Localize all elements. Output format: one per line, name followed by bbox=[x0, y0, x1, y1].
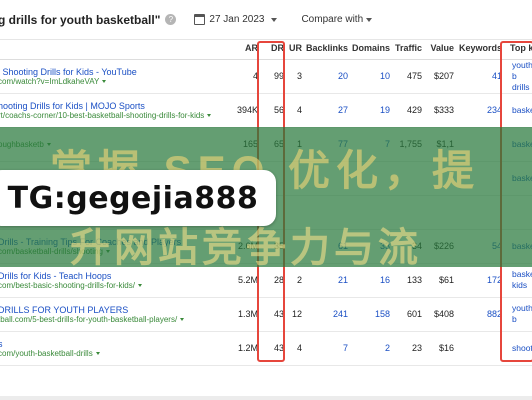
cell-domains[interactable]: 158 bbox=[352, 297, 394, 331]
col-ur[interactable]: UR bbox=[288, 37, 306, 60]
compare-label: Compare with bbox=[301, 14, 364, 25]
cell-top-keyword[interactable]: basketb bbox=[506, 93, 532, 127]
cell-keywords[interactable] bbox=[458, 331, 506, 365]
cell-backlinks[interactable]: 27 bbox=[306, 93, 352, 127]
col-backlinks[interactable]: Backlinks bbox=[306, 37, 352, 60]
cell-domains[interactable]: 19 bbox=[352, 93, 394, 127]
help-icon[interactable]: ? bbox=[165, 14, 177, 25]
cell-top-keyword[interactable]: basketb kids bbox=[506, 263, 532, 297]
col-dr[interactable]: DR bbox=[262, 37, 288, 60]
result-title-link[interactable]: DRILLS FOR YOUTH PLAYERS bbox=[0, 305, 232, 315]
chevron-down-icon[interactable] bbox=[102, 79, 107, 83]
result-cell: DRILLS FOR YOUTH PLAYERS tball.com/5-best… bbox=[0, 297, 236, 331]
cell-top-keyword[interactable]: shootin bbox=[506, 331, 532, 365]
date-selector[interactable]: 27 Jan 2023 bbox=[194, 14, 278, 25]
chevron-down-icon[interactable] bbox=[207, 113, 212, 117]
col-ar[interactable]: AR bbox=[236, 37, 262, 60]
cell-backlinks[interactable]: 7 bbox=[306, 331, 352, 365]
result-url[interactable]: rt/coachs-corner/10-best-basketball-shoo… bbox=[0, 111, 232, 120]
contact-banner: TG:gegejia888 bbox=[0, 170, 276, 226]
chevron-down-icon[interactable] bbox=[137, 283, 142, 287]
result-cell: scom/youth-basketball-drills bbox=[0, 331, 236, 365]
cell-domains[interactable]: 10 bbox=[352, 59, 394, 93]
result-url-text: com/watch?v=ImLdkaheVAY bbox=[0, 76, 100, 86]
chevron-down-icon bbox=[366, 17, 373, 22]
result-url-text: rt/coachs-corner/10-best-basketball-shoo… bbox=[0, 110, 205, 120]
result-title-link[interactable]: hooting Drills for Kids | MOJO Sports bbox=[0, 101, 232, 111]
contact-text: TG:gegejia888 bbox=[7, 180, 259, 216]
horizontal-scrollbar[interactable] bbox=[0, 396, 532, 400]
result-title-link[interactable]: l Shooting Drills for Kids - YouTube bbox=[0, 67, 232, 77]
cell-keywords[interactable]: 882 bbox=[458, 297, 506, 331]
result-url[interactable]: tball.com/5-best-drills-for-youth-basket… bbox=[0, 315, 232, 324]
cell-value: $16 bbox=[438, 343, 454, 353]
calendar-icon bbox=[194, 14, 206, 25]
cell-domains[interactable]: 2 bbox=[352, 331, 394, 365]
col-top-keyword[interactable]: Top keyw bbox=[506, 37, 532, 60]
cell-ar: 1.3M bbox=[237, 309, 258, 319]
chevron-down-icon[interactable] bbox=[180, 317, 185, 321]
cell-ur: 4 bbox=[296, 105, 302, 115]
cell-keywords[interactable]: 234 bbox=[458, 93, 506, 127]
col-domains[interactable]: Domains bbox=[352, 37, 394, 60]
cell-traffic: 475 bbox=[406, 71, 422, 81]
table-row[interactable]: l Shooting Drills for Kids - YouTube com/… bbox=[0, 59, 532, 93]
result-url-text: com/best-basic-shooting-drills-for-kids/ bbox=[0, 280, 135, 290]
cell-backlinks[interactable]: 241 bbox=[306, 297, 352, 331]
cell-dr: 43 bbox=[273, 309, 284, 319]
cell-top-keyword[interactable]: youth b drills bbox=[506, 59, 532, 93]
cell-value: $207 bbox=[433, 71, 454, 81]
cell-keywords[interactable]: 41 bbox=[458, 59, 506, 93]
col-keywords[interactable]: Keywords bbox=[458, 37, 506, 60]
table-row[interactable]: hooting Drills for Kids | MOJO Sports rt/… bbox=[0, 93, 532, 127]
cell-traffic: 23 bbox=[411, 343, 422, 353]
col-traffic[interactable]: Traffic bbox=[394, 37, 426, 60]
cell-keywords[interactable]: 172 bbox=[458, 263, 506, 297]
result-cell: hooting Drills for Kids | MOJO Sports rt/… bbox=[0, 93, 236, 127]
cell-dr: 43 bbox=[273, 343, 284, 353]
cell-ar: 394K bbox=[236, 105, 258, 115]
cell-ar: 1.2M bbox=[237, 343, 258, 353]
table-row[interactable]: DRILLS FOR YOUTH PLAYERS tball.com/5-best… bbox=[0, 297, 532, 331]
chevron-down-icon[interactable] bbox=[95, 351, 100, 355]
result-url[interactable]: com/best-basic-shooting-drills-for-kids/ bbox=[0, 281, 232, 290]
result-url-text: com/youth-basketball-drills bbox=[0, 348, 93, 358]
cell-dr: 56 bbox=[273, 105, 284, 115]
result-url[interactable]: com/watch?v=ImLdkaheVAY bbox=[0, 77, 232, 86]
cell-ur: 12 bbox=[291, 309, 302, 319]
compare-dropdown[interactable]: Compare with bbox=[301, 14, 373, 25]
cell-value: $61 bbox=[438, 275, 454, 285]
result-cell: l Shooting Drills for Kids - YouTube com/… bbox=[0, 59, 236, 93]
search-query[interactable]: g drills for youth basketball" bbox=[0, 13, 160, 27]
table-row[interactable]: scom/youth-basketball-drills1.2M4347223$… bbox=[0, 331, 532, 365]
cell-value: $408 bbox=[433, 309, 454, 319]
result-url-text: tball.com/5-best-drills-for-youth-basket… bbox=[0, 314, 178, 324]
date-label: 27 Jan 2023 bbox=[209, 14, 265, 25]
table-header: AR DR UR Backlinks Domains Traffic Value… bbox=[0, 37, 532, 60]
cell-traffic: 601 bbox=[406, 309, 422, 319]
top-bar: g drills for youth basketball" ? 27 Jan … bbox=[0, 0, 532, 40]
result-url[interactable]: com/youth-basketball-drills bbox=[0, 349, 232, 358]
cell-backlinks[interactable]: 20 bbox=[306, 59, 352, 93]
cell-top-keyword[interactable]: youth b bbox=[506, 297, 532, 331]
cell-ur: 3 bbox=[296, 71, 302, 81]
cell-dr: 99 bbox=[273, 71, 284, 81]
cell-value: $333 bbox=[433, 105, 454, 115]
cell-ur: 4 bbox=[296, 343, 302, 353]
cell-traffic: 429 bbox=[406, 105, 422, 115]
col-value[interactable]: Value bbox=[426, 37, 458, 60]
chevron-down-icon bbox=[271, 17, 278, 22]
result-title-link[interactable]: s bbox=[0, 339, 232, 349]
cell-ar: 4 bbox=[252, 71, 258, 81]
